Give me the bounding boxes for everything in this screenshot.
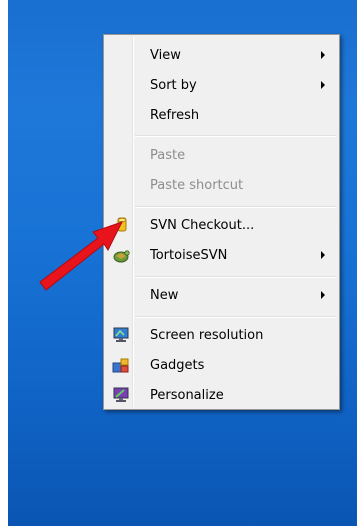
personalize-icon: [112, 386, 130, 404]
menu-item-view[interactable]: View: [106, 43, 337, 67]
menu-item-svn-checkout[interactable]: SVN Checkout...: [106, 213, 337, 237]
menu-item-label: Refresh: [150, 107, 200, 123]
menu-item-label: Personalize: [150, 387, 224, 403]
submenu-arrow-icon: [321, 51, 325, 59]
menu-item-label: Sort by: [150, 77, 197, 93]
menu-item-paste-shortcut: Paste shortcut: [106, 173, 337, 197]
submenu-arrow-icon: [321, 251, 325, 259]
menu-separator: [135, 206, 336, 208]
tortoisesvn-icon: [112, 246, 130, 264]
menu-item-label: Paste: [150, 147, 186, 163]
menu-item-tortoisesvn[interactable]: TortoiseSVN: [106, 243, 337, 267]
submenu-arrow-icon: [321, 291, 325, 299]
menu-item-refresh[interactable]: Refresh: [106, 103, 337, 127]
desktop-context-menu: View Sort by Refresh Paste Paste shortcu…: [103, 34, 340, 410]
svn-checkout-icon: [112, 216, 130, 234]
menu-item-new[interactable]: New: [106, 283, 337, 307]
menu-item-label: Gadgets: [150, 357, 205, 373]
menu-item-screen-resolution[interactable]: Screen resolution: [106, 323, 337, 347]
menu-item-label: New: [150, 287, 179, 303]
menu-item-label: Paste shortcut: [150, 177, 244, 193]
menu-item-sort-by[interactable]: Sort by: [106, 73, 337, 97]
submenu-arrow-icon: [321, 81, 325, 89]
menu-separator: [135, 276, 336, 278]
gadgets-icon: [112, 356, 130, 374]
menu-item-label: SVN Checkout...: [150, 217, 255, 233]
menu-separator: [135, 135, 336, 137]
menu-item-gadgets[interactable]: Gadgets: [106, 353, 337, 377]
menu-item-label: View: [150, 47, 181, 63]
menu-item-paste: Paste: [106, 143, 337, 167]
menu-item-label: Screen resolution: [150, 327, 264, 343]
screen-resolution-icon: [112, 326, 130, 344]
menu-separator: [135, 316, 336, 318]
menu-item-label: TortoiseSVN: [150, 247, 228, 263]
menu-item-personalize[interactable]: Personalize: [106, 383, 337, 407]
